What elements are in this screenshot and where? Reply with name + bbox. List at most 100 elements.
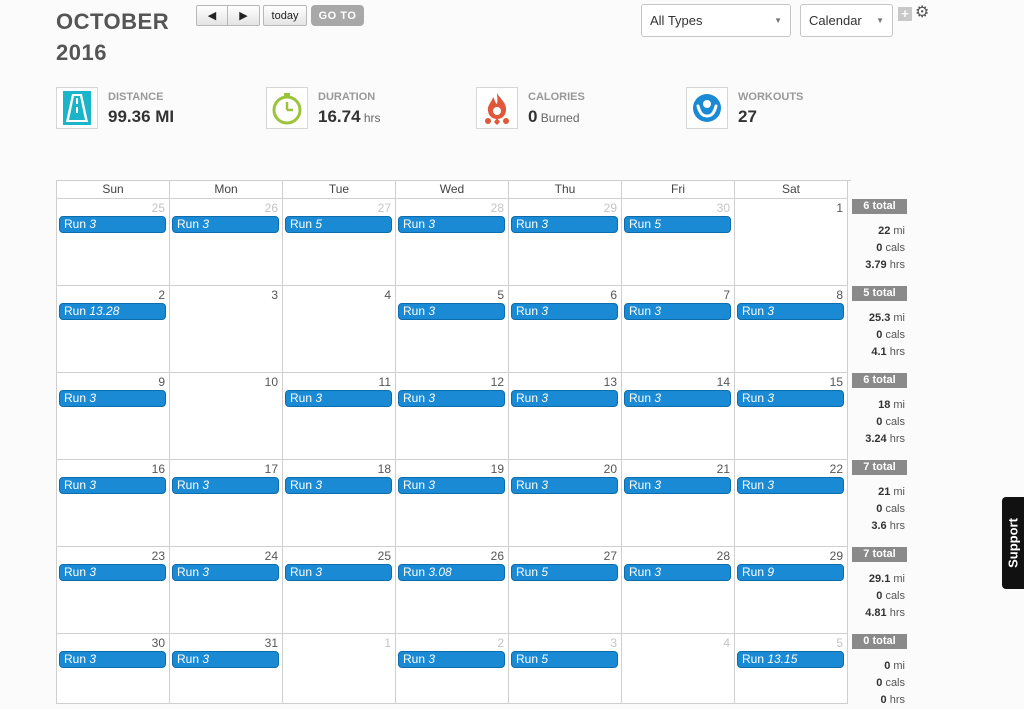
workout-event[interactable]: Run 13.28 — [59, 303, 166, 320]
total-unit: hrs — [889, 694, 905, 706]
workout-event[interactable]: Run 3 — [624, 390, 731, 407]
gear-icon[interactable]: ⚙ — [915, 5, 929, 21]
calendar-grid: Sun Mon Tue Wed Thu Fri Sat 25 Run 3 26 Run… — [56, 180, 851, 704]
calendar-day-cell[interactable]: 27 Run 5 — [283, 199, 396, 286]
calendar-day-cell[interactable]: 14 Run 3 — [622, 373, 735, 460]
workout-event[interactable]: Run 3 — [398, 390, 505, 407]
workout-event[interactable]: Run 3 — [172, 651, 279, 668]
calendar-day-cell[interactable]: 18 Run 3 — [283, 460, 396, 547]
calendar-day-cell[interactable]: 21 Run 3 — [622, 460, 735, 547]
workout-event[interactable]: Run 13.15 — [737, 651, 844, 668]
calendar-day-cell[interactable]: 29 Run 9 — [735, 547, 848, 634]
calendar-day-cell[interactable]: 31 Run 3 — [170, 634, 283, 704]
calendar-day-cell[interactable]: 5 Run 3 — [396, 286, 509, 373]
event-value: 3 — [315, 565, 323, 579]
calendar-day-cell[interactable]: 19 Run 3 — [396, 460, 509, 547]
calendar-day-cell[interactable]: 30 Run 3 — [57, 634, 170, 704]
workout-event[interactable]: Run 3 — [285, 390, 392, 407]
workout-event[interactable]: Run 3 — [398, 477, 505, 494]
calendar-day-cell[interactable]: 9 Run 3 — [57, 373, 170, 460]
calendar-day-cell[interactable]: 27 Run 5 — [509, 547, 622, 634]
workout-event[interactable]: Run 3 — [59, 564, 166, 581]
prev-month-button[interactable]: ◀ — [196, 5, 228, 26]
day-number: 11 — [378, 375, 391, 389]
support-tab[interactable]: Support — [1002, 497, 1024, 589]
workout-event[interactable]: Run 9 — [737, 564, 844, 581]
day-number: 21 — [716, 462, 730, 476]
workout-event[interactable]: Run 3 — [285, 564, 392, 581]
workout-event[interactable]: Run 3 — [285, 477, 392, 494]
goto-button[interactable]: GO TO — [311, 5, 364, 26]
calendar-day-cell[interactable]: 28 Run 3 — [396, 199, 509, 286]
view-select[interactable]: Calendar ▼ — [800, 4, 893, 37]
year-label: 2016 — [56, 40, 107, 65]
workout-event[interactable]: Run 3 — [511, 303, 618, 320]
calendar-day-cell[interactable]: 25 Run 3 — [283, 547, 396, 634]
calendar-day-cell[interactable]: 7 Run 3 — [622, 286, 735, 373]
calendar-day-cell[interactable]: 26 Run 3.08 — [396, 547, 509, 634]
day-number: 26 — [490, 549, 504, 563]
weekday-header: Sun Mon Tue Wed Thu Fri Sat — [56, 180, 851, 199]
calendar-day-cell[interactable]: 22 Run 3 — [735, 460, 848, 547]
workout-event[interactable]: Run 3 — [59, 216, 166, 233]
calendar-day-cell[interactable]: 6 Run 3 — [509, 286, 622, 373]
calendar-day-cell[interactable]: 16 Run 3 — [57, 460, 170, 547]
workout-event[interactable]: Run 5 — [624, 216, 731, 233]
calendar-day-cell[interactable]: 20 Run 3 — [509, 460, 622, 547]
calendar-day-cell[interactable]: 4 — [622, 634, 735, 704]
workout-event[interactable]: Run 3.08 — [398, 564, 505, 581]
workout-event[interactable]: Run 5 — [511, 651, 618, 668]
workout-event[interactable]: Run 3 — [511, 216, 618, 233]
calendar-day-cell[interactable]: 5 Run 13.15 — [735, 634, 848, 704]
workout-event[interactable]: Run 3 — [737, 303, 844, 320]
calendar-day-cell[interactable]: 29 Run 3 — [509, 199, 622, 286]
calendar-day-cell[interactable]: 3 — [170, 286, 283, 373]
workout-type-select[interactable]: All Types ▼ — [641, 4, 791, 37]
calendar-day-cell[interactable]: 3 Run 5 — [509, 634, 622, 704]
calendar-day-cell[interactable]: 23 Run 3 — [57, 547, 170, 634]
plus-icon[interactable]: + — [898, 7, 912, 21]
workout-event[interactable]: Run 5 — [511, 564, 618, 581]
workout-event[interactable]: Run 3 — [172, 216, 279, 233]
workout-event[interactable]: Run 3 — [737, 477, 844, 494]
calendar-day-cell[interactable]: 26 Run 3 — [170, 199, 283, 286]
workout-event[interactable]: Run 3 — [398, 651, 505, 668]
workout-event[interactable]: Run 3 — [59, 477, 166, 494]
workout-event[interactable]: Run 3 — [624, 564, 731, 581]
workout-event[interactable]: Run 3 — [398, 216, 505, 233]
workout-event[interactable]: Run 3 — [172, 477, 279, 494]
calendar-day-cell[interactable]: 25 Run 3 — [57, 199, 170, 286]
calendar-day-cell[interactable]: 11 Run 3 — [283, 373, 396, 460]
event-value: 3 — [89, 391, 97, 405]
calendar-day-cell[interactable]: 28 Run 3 — [622, 547, 735, 634]
workout-event[interactable]: Run 3 — [624, 477, 731, 494]
workout-event[interactable]: Run 3 — [172, 564, 279, 581]
calendar-day-cell[interactable]: 1 — [283, 634, 396, 704]
workout-event[interactable]: Run 3 — [398, 303, 505, 320]
calendar-day-cell[interactable]: 2 Run 13.28 — [57, 286, 170, 373]
calendar-day-cell[interactable]: 15 Run 3 — [735, 373, 848, 460]
workout-event[interactable]: Run 3 — [59, 651, 166, 668]
calendar-day-cell[interactable]: 4 — [283, 286, 396, 373]
workout-event[interactable]: Run 3 — [624, 303, 731, 320]
calendar-day-cell[interactable]: 1 — [735, 199, 848, 286]
workout-event[interactable]: Run 3 — [511, 477, 618, 494]
workout-event[interactable]: Run 5 — [285, 216, 392, 233]
support-label: Support — [1005, 518, 1021, 568]
calendar-day-cell[interactable]: 2 Run 3 — [396, 634, 509, 704]
calendar-day-cell[interactable]: 10 — [170, 373, 283, 460]
today-button[interactable]: today — [263, 5, 307, 26]
next-month-button[interactable]: ▶ — [228, 5, 260, 26]
workout-event[interactable]: Run 3 — [511, 390, 618, 407]
workout-event[interactable]: Run 3 — [59, 390, 166, 407]
calendar-day-cell[interactable]: 8 Run 3 — [735, 286, 848, 373]
event-value: 3 — [428, 304, 436, 318]
event-type: Run — [629, 565, 652, 579]
workout-event[interactable]: Run 3 — [737, 390, 844, 407]
calendar-day-cell[interactable]: 17 Run 3 — [170, 460, 283, 547]
calendar-day-cell[interactable]: 12 Run 3 — [396, 373, 509, 460]
calendar-day-cell[interactable]: 24 Run 3 — [170, 547, 283, 634]
calendar-day-cell[interactable]: 30 Run 5 — [622, 199, 735, 286]
event-type: Run — [516, 565, 539, 579]
calendar-day-cell[interactable]: 13 Run 3 — [509, 373, 622, 460]
